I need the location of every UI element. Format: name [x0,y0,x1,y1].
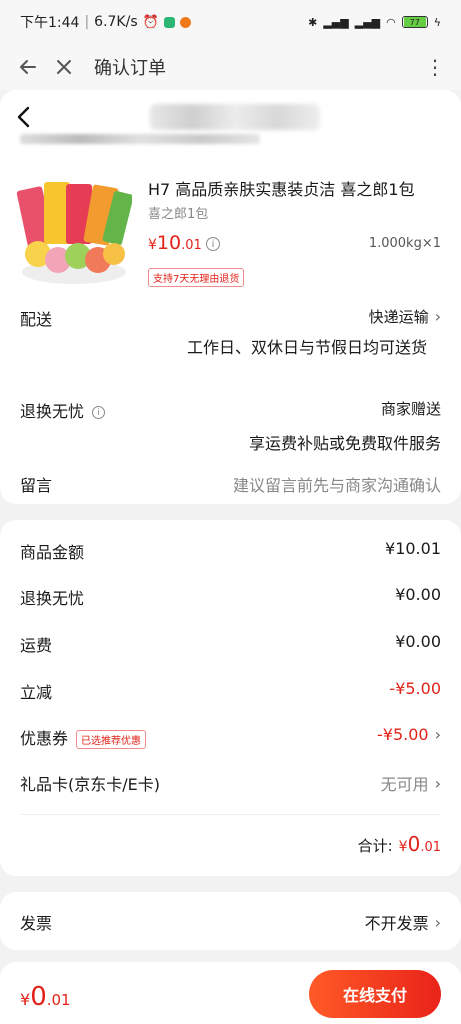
coupon-selector[interactable]: -¥5.00 › [377,725,441,744]
charging-icon: ϟ [433,15,441,29]
close-icon[interactable] [52,55,76,79]
info-icon[interactable]: i [92,406,106,419]
return-service-value: 商家赠送 [380,400,441,418]
shipping-amount: ¥0.00 [395,632,441,651]
product-name[interactable]: H7 高品质亲肤实惠装贞洁 喜之郎1包 [148,176,415,200]
network-speed: 6.7K/s [94,14,138,30]
bluetooth-icon: ✱ [308,15,318,29]
return-service-note: 享运费补贴或免费取件服务 [248,434,441,453]
chevron-right-icon: › [434,912,441,932]
app-notification-icon [179,16,191,28]
return-service-label: 退换无忧 i [20,398,106,422]
delivery-method[interactable]: 快递运输 › [369,306,441,327]
giftcard-label: 礼品卡(京东卡/E卡) [20,775,160,794]
status-bar: 下午1:44 | 6.7K/s ⏰ ✱ ▂▄▆ ▂▄▆ ◠ 77 ϟ [0,0,461,44]
invoice-selector[interactable]: 不开发票 › [365,910,441,934]
coupon-label: 优惠券 已选推荐优惠 [20,725,147,749]
address-blurred [150,104,320,130]
return-fee-label: 退换无忧 [20,589,85,608]
return-policy-tag: 支持7天无理由退货 [148,268,245,287]
page-back-button[interactable] [16,100,32,134]
product-price: ¥ 10 .01 [148,232,202,254]
message-input[interactable]: 建议留言前先与商家沟通确认 [233,472,441,496]
battery-icon: 77 [401,16,428,28]
wifi-icon: ◠ [386,15,396,29]
discount-label: 立减 [20,683,53,702]
invoice-label: 发票 [20,914,53,933]
title-bar: 确认订单 ⋮ [0,44,461,90]
delivery-label: 配送 [20,310,53,329]
shield-icon [163,16,175,28]
product-spec: 喜之郎1包 [148,207,209,222]
chevron-right-icon: › [434,773,441,793]
shipping-label: 运费 [20,636,53,655]
discount-amount: -¥5.00 [389,679,441,698]
message-label: 留言 [20,476,53,495]
chevron-left-icon [17,106,30,128]
giftcard-selector[interactable]: 无可用 › [381,771,441,795]
product-image[interactable] [16,176,132,288]
chevron-right-icon: › [434,725,441,744]
goods-amount-label: 商品金额 [20,543,85,562]
delivery-note: 工作日、双休日与节假日均可送货 [186,338,427,357]
price-summary-card [0,520,461,876]
back-arrow-icon[interactable] [16,55,40,79]
bottom-total-price: ¥ 0 .01 [20,982,71,1012]
goods-amount: ¥10.01 [385,539,441,558]
status-time: 下午1:44 [20,15,80,31]
signal-icon: ▂▄▆ [323,15,349,29]
price-info-icon[interactable]: i [206,237,220,251]
divider [20,814,441,815]
address-detail-blurred [20,134,260,144]
page-title: 确认订单 [94,58,166,79]
pay-online-button[interactable]: 在线支付 [309,970,441,1018]
return-fee-amount: ¥0.00 [395,585,441,604]
chevron-right-icon: › [434,307,441,326]
product-quantity: 1.000kg×1 [368,236,441,251]
more-icon[interactable]: ⋮ [425,55,445,79]
order-total: 合计: ¥ 0 .01 [357,832,441,856]
coupon-recommended-tag: 已选推荐优惠 [76,730,147,749]
signal-icon-2: ▂▄▆ [354,15,381,29]
alarm-icon: ⏰ [142,14,159,30]
